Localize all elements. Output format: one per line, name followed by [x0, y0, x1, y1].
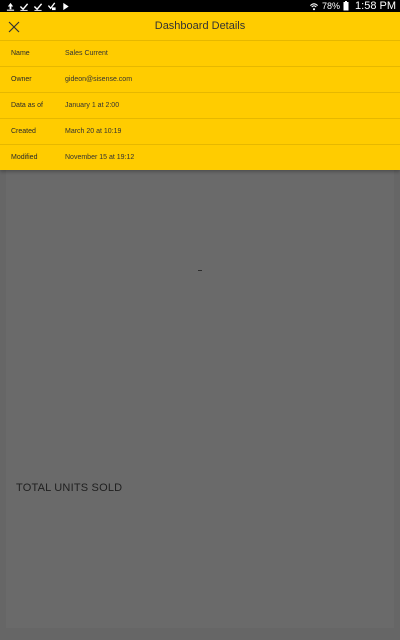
details-row-owner: Owner gideon@sisense.com [0, 66, 400, 93]
wifi-icon [310, 2, 318, 10]
row-value: November 15 at 19:12 [65, 154, 135, 161]
details-row-name: Name Sales Current [0, 40, 400, 67]
row-value: January 1 at 2:00 [65, 102, 120, 109]
system-status: 78% 1:58 PM [309, 0, 396, 12]
dashboard-details-panel: Dashboard Details Name Sales Current Own… [0, 12, 400, 170]
row-label: Owner [11, 76, 32, 83]
check-icon [19, 2, 29, 11]
widget-title: TOTAL UNITS SOLD [16, 482, 123, 494]
battery-icon [343, 1, 349, 11]
dashboard-widget[interactable] [6, 158, 394, 471]
row-value: March 20 at 10:19 [65, 128, 122, 135]
row-label: Name [11, 50, 30, 57]
upload-icon [6, 2, 15, 11]
status-bar: 78% 1:58 PM [0, 0, 400, 12]
details-row-created: Created March 20 at 10:19 [0, 118, 400, 145]
details-row-data-as-of: Data as of January 1 at 2:00 [0, 92, 400, 119]
details-title: Dashboard Details [154, 20, 246, 32]
loading-indicator [198, 270, 202, 271]
check-icon [33, 2, 43, 11]
row-value: gideon@sisense.com [65, 76, 133, 83]
notification-icons [6, 0, 71, 12]
row-label: Created [11, 128, 36, 135]
details-row-modified: Modified November 15 at 19:12 [0, 144, 400, 171]
row-value: Sales Current [65, 50, 108, 57]
check-flag-icon [47, 1, 56, 10]
play-flag-icon [63, 2, 69, 10]
row-label: Modified [11, 154, 38, 161]
battery-percent: 78% [322, 1, 341, 11]
clock: 1:58 PM [355, 0, 396, 12]
row-label: Data as of [11, 102, 43, 109]
details-header: Dashboard Details [0, 12, 400, 42]
